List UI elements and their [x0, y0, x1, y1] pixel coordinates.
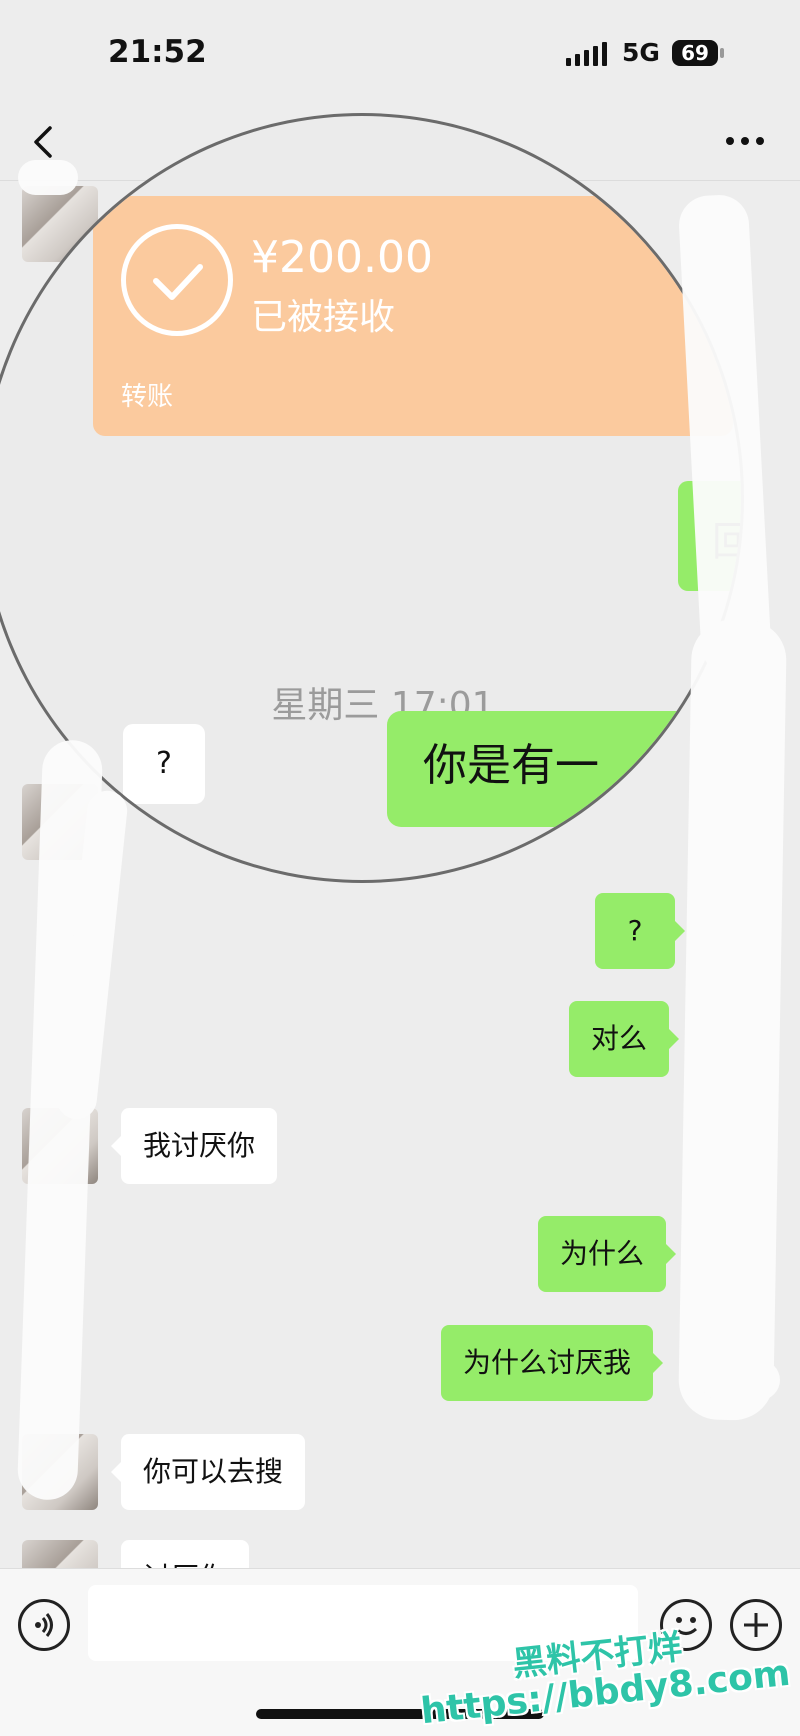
- transfer-status: 已被接收: [251, 297, 396, 338]
- more-dots-icon: [726, 137, 764, 145]
- redaction-stroke: [18, 160, 78, 195]
- message-bubble-sent[interactable]: 为什么讨厌我: [441, 1325, 664, 1401]
- transfer-amount: ¥200.00: [251, 232, 433, 283]
- status-bar: 21:52 5G 69: [0, 0, 800, 110]
- voice-icon: [35, 1613, 53, 1637]
- network-type: 5G: [622, 38, 660, 67]
- status-time: 21:52: [108, 34, 207, 70]
- signal-icon: [566, 40, 607, 66]
- chevron-left-icon: [34, 126, 52, 158]
- transfer-label: 转账: [121, 382, 174, 412]
- message-bubble-sent[interactable]: 对么: [569, 1001, 680, 1077]
- transfer-card[interactable]: ¥200.00 已被接收 转账: [93, 196, 733, 436]
- more-button[interactable]: [720, 126, 770, 156]
- check-icon: [121, 224, 233, 336]
- message-bubble-sent[interactable]: 为什么: [538, 1216, 677, 1292]
- voice-button[interactable]: [18, 1599, 70, 1651]
- battery-icon: 69: [672, 40, 724, 66]
- redaction-stroke: [678, 619, 787, 1421]
- redaction-stroke: [700, 1360, 780, 1400]
- message-bubble-received[interactable]: 我讨厌你: [110, 1108, 278, 1184]
- magnifier-overlay: ¥200.00 已被接收 转账 回 星期三 17:01 ? 你是有一: [0, 113, 744, 883]
- battery-level: 69: [681, 41, 709, 65]
- back-button[interactable]: [24, 122, 64, 162]
- watermark: 黑料不打烊 https://bbdy8.com: [419, 1620, 800, 1732]
- message-bubble-received[interactable]: 你可以去搜: [110, 1434, 306, 1510]
- message-bubble-sent[interactable]: ?: [595, 893, 685, 969]
- message-bubble-received[interactable]: ?: [123, 724, 205, 804]
